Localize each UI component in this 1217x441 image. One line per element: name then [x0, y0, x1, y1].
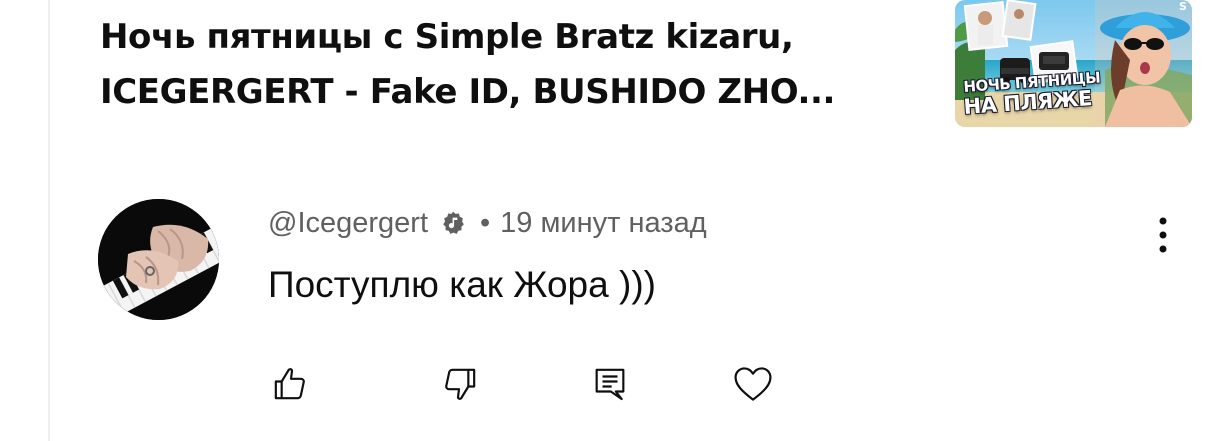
- video-title[interactable]: Ночь пятницы с Simple Bratz kizaru, ICEG…: [100, 10, 930, 120]
- video-title-line-1: Ночь пятницы с Simple Bratz kizaru,: [100, 17, 794, 57]
- comment-timestamp: 19 минут назад: [500, 206, 707, 239]
- more-options-button[interactable]: [1145, 212, 1181, 258]
- heart-button[interactable]: [731, 362, 775, 406]
- video-title-line-2: ICEGERGERT - Fake ID, BUSHIDO ZHO...: [100, 72, 835, 112]
- video-thumbnail[interactable]: S НОЧЬ ПЯТНИЦЫ НА ПЛЯЖЕ: [955, 0, 1192, 127]
- meta-separator: •: [480, 206, 491, 239]
- avatar-image: [98, 199, 219, 320]
- heart-icon: [734, 367, 772, 401]
- avatar[interactable]: [98, 199, 219, 320]
- thumb-down-icon: [445, 368, 476, 400]
- reply-comment-icon: [595, 368, 625, 401]
- reply-button[interactable]: [588, 362, 632, 406]
- comment-header: @Icegergert • 19 минут назад: [268, 203, 707, 243]
- svg-text:S: S: [1179, 0, 1187, 13]
- divider: [48, 0, 50, 441]
- verified-music-icon: [440, 210, 466, 236]
- dislike-button[interactable]: [438, 362, 482, 406]
- thumb-up-icon: [274, 368, 305, 400]
- more-vertical-icon: [1159, 217, 1167, 253]
- like-button[interactable]: [268, 362, 312, 406]
- comment-text: Поступлю как Жора ))): [268, 264, 656, 305]
- comment-author[interactable]: @Icegergert: [268, 207, 428, 240]
- comment-screen: Ночь пятницы с Simple Bratz kizaru, ICEG…: [0, 0, 1217, 441]
